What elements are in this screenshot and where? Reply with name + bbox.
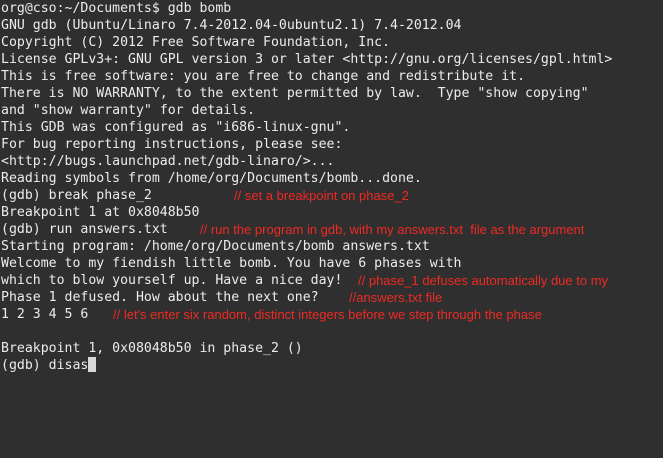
breakpoint-hit-line: Breakpoint 1, 0x08048b50 in phase_2 () (1, 341, 303, 356)
run-command-line: (gdb) run answers.txt (1, 222, 168, 237)
terminal-window[interactable]: org@cso:~/Documents$ gdb bomb GNU gdb (U… (0, 0, 663, 458)
reading-symbols-line: Reading symbols from /home/org/Documents… (1, 171, 422, 186)
warranty-line: There is NO WARRANTY, to the extent perm… (1, 86, 589, 101)
phase1-defused-line: Phase 1 defused. How about the next one? (1, 290, 319, 305)
annotation-phase1-defuses: // phase_1 defuses automatically due to … (358, 273, 609, 288)
break-command-line: (gdb) break phase_2 (1, 188, 152, 203)
configured-line: This GDB was configured as "i686-linux-g… (1, 120, 351, 135)
annotation-answers-file: //answers.txt file (349, 290, 443, 305)
warranty-details-line: and "show warranty" for details. (1, 103, 256, 118)
integers-input-line: 1 2 3 4 5 6 (1, 307, 89, 322)
welcome-line: Welcome to my fiendish little bomb. You … (1, 256, 462, 271)
annotation-six-integers: // let's enter six random, distinct inte… (113, 307, 542, 322)
annotation-set-breakpoint: // set a breakpoint on phase_2 (234, 188, 409, 203)
blow-up-line: which to blow yourself up. Have a nice d… (1, 273, 343, 288)
disas-command-line[interactable]: (gdb) disas (1, 357, 97, 374)
bug-reporting-line: For bug reporting instructions, please s… (1, 137, 343, 152)
annotation-run-program: // run the program in gdb, with my answe… (200, 222, 585, 237)
free-software-line: This is free software: you are free to c… (1, 69, 526, 84)
license-line: License GPLv3+: GNU GPL version 3 or lat… (1, 52, 613, 67)
copyright-line: Copyright (C) 2012 Free Software Foundat… (1, 35, 391, 50)
bug-url-line: <http://bugs.launchpad.net/gdb-linaro/>.… (1, 154, 335, 169)
starting-program-line: Starting program: /home/org/Documents/bo… (1, 239, 430, 254)
gdb-version-line: GNU gdb (Ubuntu/Linaro 7.4-2012.04-0ubun… (1, 18, 462, 33)
breakpoint-set-line: Breakpoint 1 at 0x8048b50 (1, 205, 200, 220)
prompt-gdb-command: org@cso:~/Documents$ gdb bomb (1, 1, 232, 16)
disas-command-text: (gdb) disas (1, 358, 89, 373)
text-cursor (88, 357, 97, 372)
